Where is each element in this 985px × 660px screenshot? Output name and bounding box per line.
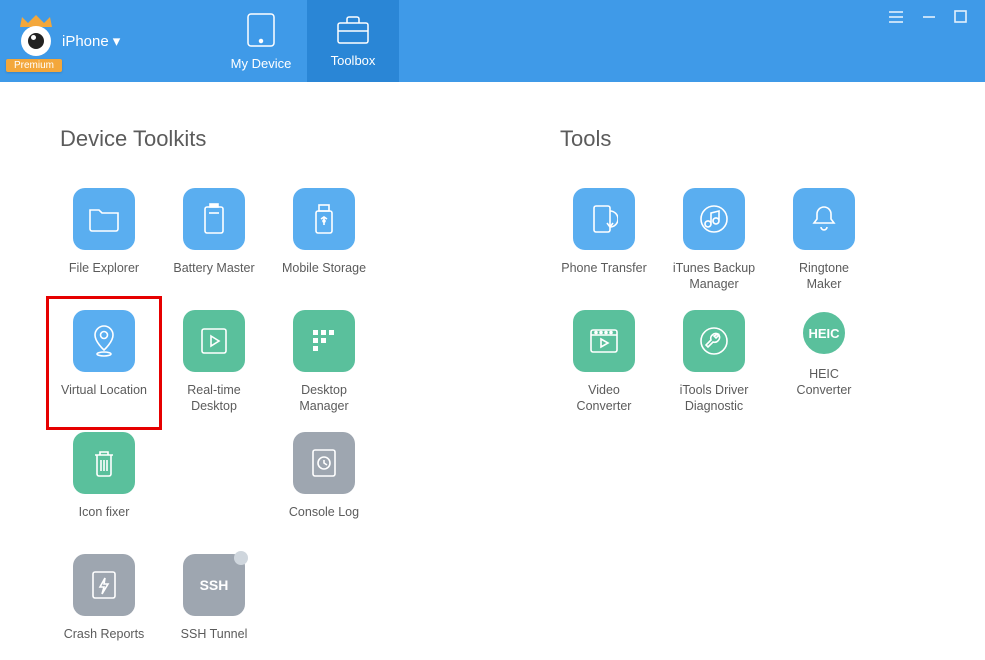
main-content: Device Toolkits File Explorer Battery Ma…	[0, 82, 985, 660]
tile-ringtone-maker[interactable]: Ringtone Maker	[780, 188, 868, 294]
folder-icon	[73, 188, 135, 250]
tile-battery-master[interactable]: Battery Master	[170, 188, 258, 294]
play-icon	[183, 310, 245, 372]
device-toolkits-section: Device Toolkits File Explorer Battery Ma…	[60, 126, 470, 660]
bell-icon	[793, 188, 855, 250]
tools-section: Tools Phone Transfer iTunes Backup Manag…	[560, 126, 890, 660]
music-note-icon	[683, 188, 745, 250]
tile-label: Video Converter	[560, 382, 648, 416]
film-icon	[573, 310, 635, 372]
tile-label: Virtual Location	[61, 382, 147, 416]
tile-label: SSH Tunnel	[181, 626, 248, 660]
tablet-icon	[246, 12, 276, 48]
tile-label: Icon fixer	[79, 504, 130, 538]
location-pin-icon	[73, 310, 135, 372]
tile-console-log[interactable]: Console Log	[280, 432, 368, 538]
grid-icon	[293, 310, 355, 372]
window-controls	[888, 0, 985, 82]
phone-transfer-icon	[573, 188, 635, 250]
app-header: Premium iPhone ▾ My Device Toolbox	[0, 0, 985, 82]
tile-label: Crash Reports	[64, 626, 145, 660]
tile-label: Console Log	[289, 504, 359, 538]
nav-toolbox-label: Toolbox	[331, 53, 376, 68]
tile-phone-transfer[interactable]: Phone Transfer	[560, 188, 648, 294]
tile-driver-diagnostic[interactable]: iTools Driver Diagnostic	[670, 310, 758, 416]
tile-label: iTunes Backup Manager	[670, 260, 758, 294]
tools-grid: Phone Transfer iTunes Backup Manager Rin…	[560, 188, 890, 416]
tile-file-explorer[interactable]: File Explorer	[60, 188, 148, 294]
tools-title: Tools	[560, 126, 890, 152]
tile-label: Phone Transfer	[561, 260, 646, 294]
trash-icon	[73, 432, 135, 494]
tile-itunes-backup[interactable]: iTunes Backup Manager	[670, 188, 758, 294]
battery-icon	[183, 188, 245, 250]
app-logo	[14, 19, 58, 63]
usb-icon	[293, 188, 355, 250]
tile-label: Battery Master	[173, 260, 254, 294]
tile-label: Ringtone Maker	[780, 260, 868, 294]
tile-virtual-location[interactable]: Virtual Location	[60, 310, 148, 416]
device-selector[interactable]: iPhone ▾	[62, 32, 120, 50]
toolbox-icon	[336, 15, 370, 45]
tile-label: Desktop Manager	[280, 382, 368, 416]
tile-label: iTools Driver Diagnostic	[670, 382, 758, 416]
header-left: Premium iPhone ▾	[0, 0, 215, 82]
heic-icon: HEIC	[801, 310, 847, 356]
tile-video-converter[interactable]: Video Converter	[560, 310, 648, 416]
heic-text: HEIC	[808, 326, 839, 341]
device-toolkits-grid: File Explorer Battery Master Mobile Stor…	[60, 188, 470, 660]
notification-dot-icon	[234, 551, 248, 565]
wrench-icon	[683, 310, 745, 372]
tile-label: Mobile Storage	[282, 260, 366, 294]
nav-my-device-label: My Device	[231, 56, 292, 71]
tile-ssh-tunnel[interactable]: SSH SSH Tunnel	[170, 554, 258, 660]
premium-badge: Premium	[6, 59, 62, 72]
device-toolkits-title: Device Toolkits	[60, 126, 470, 152]
tile-heic-converter[interactable]: HEIC HEIC Converter	[780, 310, 868, 416]
ssh-text: SSH	[200, 577, 229, 593]
chevron-down-icon: ▾	[113, 32, 121, 50]
clock-file-icon	[293, 432, 355, 494]
maximize-button[interactable]	[954, 10, 967, 28]
nav-toolbox[interactable]: Toolbox	[307, 0, 399, 82]
tile-label: File Explorer	[69, 260, 139, 294]
tile-label: Real-time Desktop	[170, 382, 258, 416]
menu-button[interactable]	[888, 10, 904, 29]
tile-label: HEIC Converter	[780, 366, 868, 400]
tile-desktop-manager[interactable]: Desktop Manager	[280, 310, 368, 416]
tile-crash-reports[interactable]: Crash Reports	[60, 554, 148, 660]
minimize-button[interactable]	[922, 10, 936, 29]
tile-realtime-desktop[interactable]: Real-time Desktop	[170, 310, 258, 416]
device-label-text: iPhone	[62, 33, 109, 50]
tile-icon-fixer[interactable]: Icon fixer	[60, 432, 148, 538]
tile-mobile-storage[interactable]: Mobile Storage	[280, 188, 368, 294]
bolt-file-icon	[73, 554, 135, 616]
nav-my-device[interactable]: My Device	[215, 0, 307, 82]
